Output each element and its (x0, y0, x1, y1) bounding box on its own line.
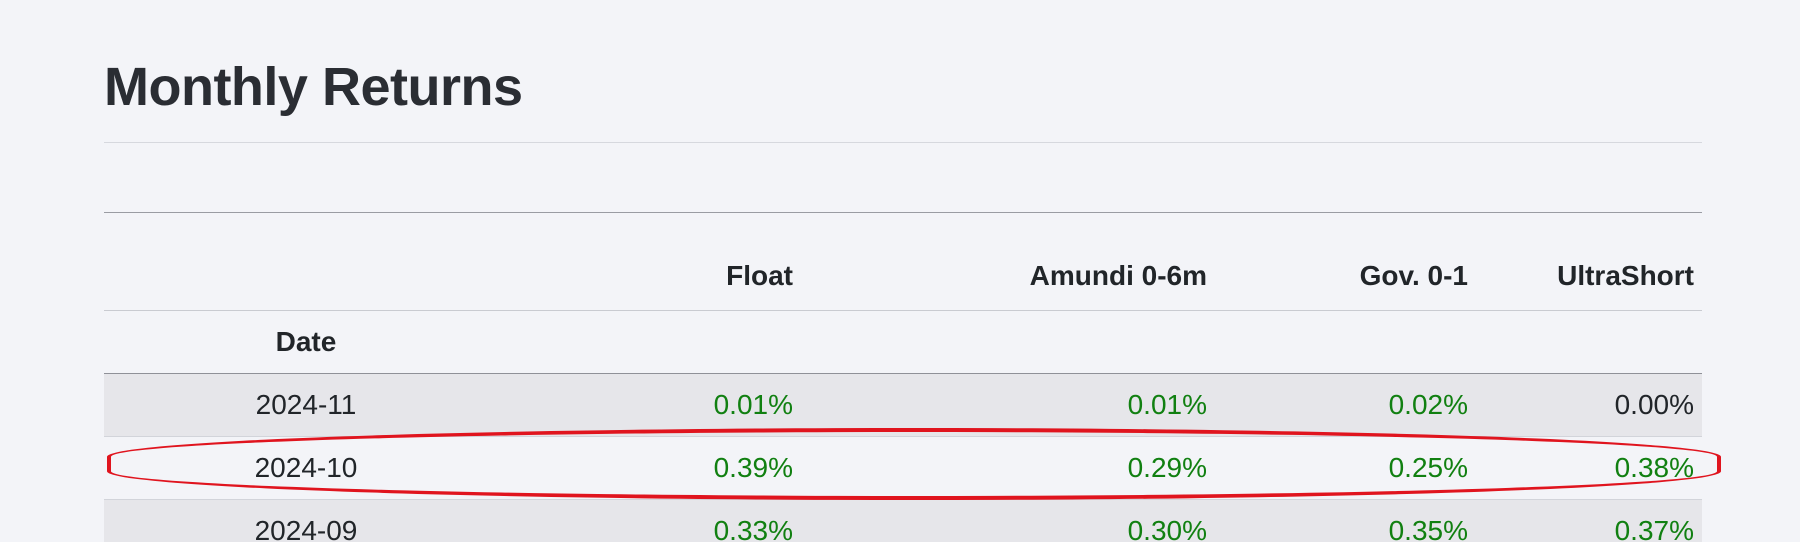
row-date: 2024-11 (104, 373, 508, 437)
column-header-float: Float (508, 212, 801, 311)
cell-amundi: 0.29% (801, 436, 1215, 500)
column-header-row: Float Amundi 0-6m Gov. 0-1 UltraShort (104, 212, 1702, 311)
cell-amundi: 0.30% (801, 499, 1215, 542)
page-title: Monthly Returns (104, 57, 523, 117)
cell-gov: 0.35% (1215, 499, 1476, 542)
cell-ultrashort: 0.38% (1476, 436, 1702, 500)
column-header-amundi: Amundi 0-6m (801, 212, 1215, 311)
cell-ultrashort: 0.00% (1476, 373, 1702, 437)
cell-float: 0.01% (508, 373, 801, 437)
row-date: 2024-10 (104, 436, 508, 500)
column-header-ultrashort: UltraShort (1476, 212, 1702, 311)
index-header-date: Date (104, 310, 508, 374)
title-divider (104, 142, 1702, 143)
table-row: 2024-09 0.33% 0.30% 0.35% 0.37% (104, 499, 1702, 542)
column-header-blank (104, 212, 508, 311)
cell-gov: 0.25% (1215, 436, 1476, 500)
cell-float: 0.39% (508, 436, 801, 500)
index-header-row: Date (104, 310, 1702, 374)
cell-amundi: 0.01% (801, 373, 1215, 437)
monthly-returns-table: Float Amundi 0-6m Gov. 0-1 UltraShort Da… (104, 212, 1702, 542)
cell-ultrashort: 0.37% (1476, 499, 1702, 542)
cell-float: 0.33% (508, 499, 801, 542)
returns-table-container: Float Amundi 0-6m Gov. 0-1 UltraShort Da… (104, 212, 1702, 542)
table-row: 2024-10 0.39% 0.29% 0.25% 0.38% (104, 436, 1702, 500)
row-date: 2024-09 (104, 499, 508, 542)
page: Monthly Returns Float Amundi 0-6m Gov. 0… (0, 0, 1800, 542)
table-row: 2024-11 0.01% 0.01% 0.02% 0.00% (104, 373, 1702, 437)
column-header-gov: Gov. 0-1 (1215, 212, 1476, 311)
cell-gov: 0.02% (1215, 373, 1476, 437)
